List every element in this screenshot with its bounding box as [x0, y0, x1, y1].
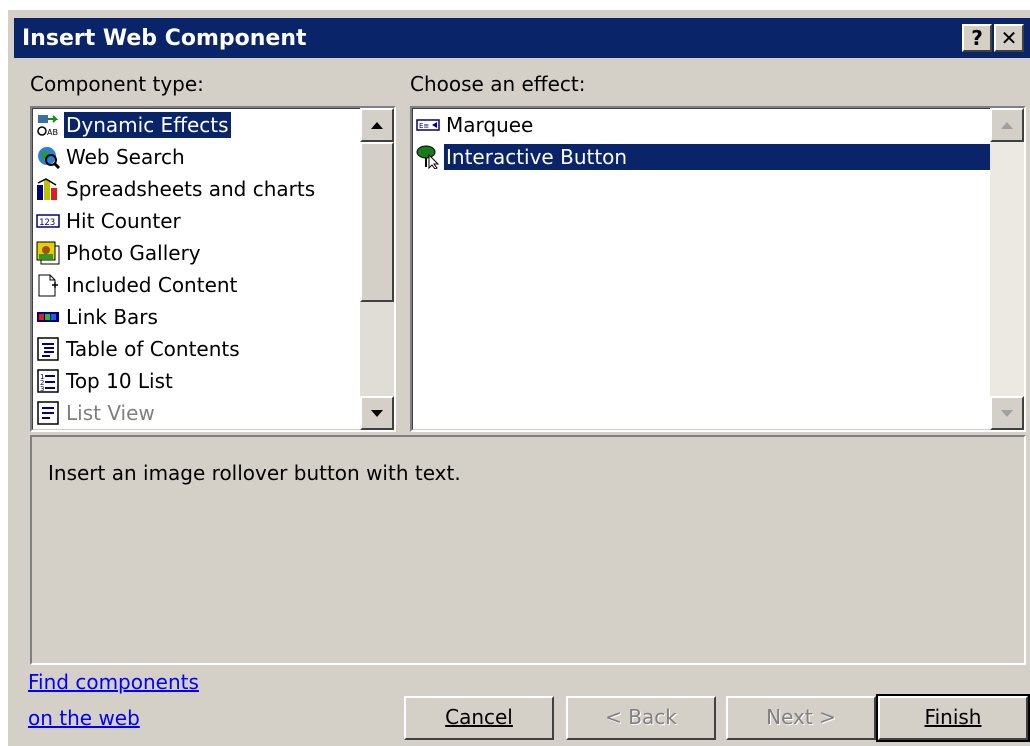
arrow-down-icon [371, 410, 383, 417]
link-bars-icon [36, 305, 60, 329]
spreadsheets-charts-icon [36, 177, 60, 201]
dynamic-effects-icon: AB [36, 113, 60, 137]
list-item-label: Top 10 List [66, 369, 173, 393]
list-item-link-bars[interactable]: Link Bars [36, 302, 160, 332]
list-item-web-search[interactable]: Web Search [36, 142, 187, 172]
included-content-icon [36, 273, 60, 297]
interactive-button-icon [416, 145, 440, 170]
list-item-label: Included Content [66, 273, 238, 297]
scroll-down-button[interactable] [990, 396, 1024, 430]
next-button[interactable]: Next > [726, 696, 876, 740]
list-item-label: Interactive Button [444, 144, 994, 170]
list-item-top-10-list[interactable]: 123 Top 10 List [36, 366, 175, 396]
table-of-contents-icon [36, 337, 60, 361]
description-text: Insert an image rollover button with tex… [48, 461, 461, 485]
web-search-icon [36, 145, 61, 170]
list-item-label: Marquee [446, 113, 534, 137]
list-item-hit-counter[interactable]: 123 Hit Counter [36, 206, 183, 236]
list-item-label: Table of Contents [66, 337, 240, 361]
component-type-listbox[interactable]: AB Dynamic Effects Web Search Spreadshee… [30, 106, 396, 432]
photo-gallery-icon [36, 241, 60, 265]
svg-text:123: 123 [39, 218, 55, 228]
list-item-list-view[interactable]: List View [36, 398, 157, 428]
finish-button[interactable]: Finish [876, 694, 1030, 742]
list-item-dynamic-effects[interactable]: AB Dynamic Effects [36, 110, 231, 140]
help-button[interactable]: ? [962, 24, 992, 52]
list-item-included-content[interactable]: Included Content [36, 270, 239, 300]
cancel-button[interactable]: Cancel [404, 696, 554, 740]
effect-scrollbar[interactable] [990, 108, 1024, 430]
insert-web-component-dialog: Insert Web Component ? ✕ Component type:… [8, 10, 1030, 746]
find-components-link-line2[interactable]: on the web [28, 706, 140, 730]
list-item-label: Spreadsheets and charts [66, 177, 316, 201]
list-item-label: Web Search [66, 145, 185, 169]
title-bar: Insert Web Component ? ✕ [14, 18, 1030, 58]
top-10-list-icon: 123 [36, 369, 60, 393]
description-panel: Insert an image rollover button with tex… [30, 435, 1026, 665]
arrow-up-icon [371, 122, 383, 129]
list-item-interactive-button[interactable]: Interactive Button [416, 142, 994, 172]
back-button[interactable]: < Back [566, 696, 716, 740]
component-type-label: Component type: [30, 72, 204, 96]
scroll-up-button[interactable] [990, 108, 1024, 142]
list-item-label: Dynamic Effects [64, 112, 231, 138]
list-item-photo-gallery[interactable]: Photo Gallery [36, 238, 203, 268]
list-item-label: Link Bars [66, 305, 158, 329]
choose-effect-label: Choose an effect: [410, 72, 586, 96]
list-view-icon [36, 401, 60, 425]
list-item-label: List View [66, 401, 155, 425]
arrow-up-icon [1001, 122, 1013, 129]
component-type-scrollbar[interactable] [360, 108, 394, 430]
svg-text:E≡: E≡ [419, 122, 429, 130]
scroll-up-button[interactable] [360, 108, 394, 142]
list-item-marquee[interactable]: E≡ Marquee [416, 110, 535, 140]
scroll-thumb[interactable] [360, 142, 394, 302]
effect-listbox[interactable]: E≡ Marquee Interactive Button [410, 106, 1026, 432]
marquee-icon: E≡ [416, 113, 440, 137]
svg-text:AB: AB [47, 128, 58, 137]
hit-counter-icon: 123 [36, 209, 60, 233]
close-button[interactable]: ✕ [994, 24, 1024, 52]
list-item-label: Photo Gallery [66, 241, 201, 265]
list-item-label: Hit Counter [66, 209, 181, 233]
window-title: Insert Web Component [22, 26, 307, 51]
list-item-spreadsheets[interactable]: Spreadsheets and charts [36, 174, 317, 204]
find-components-link[interactable]: Find components [28, 670, 199, 694]
list-item-table-of-contents[interactable]: Table of Contents [36, 334, 242, 364]
scroll-down-button[interactable] [360, 396, 394, 430]
arrow-down-icon [1001, 410, 1013, 417]
svg-text:3: 3 [40, 385, 44, 393]
